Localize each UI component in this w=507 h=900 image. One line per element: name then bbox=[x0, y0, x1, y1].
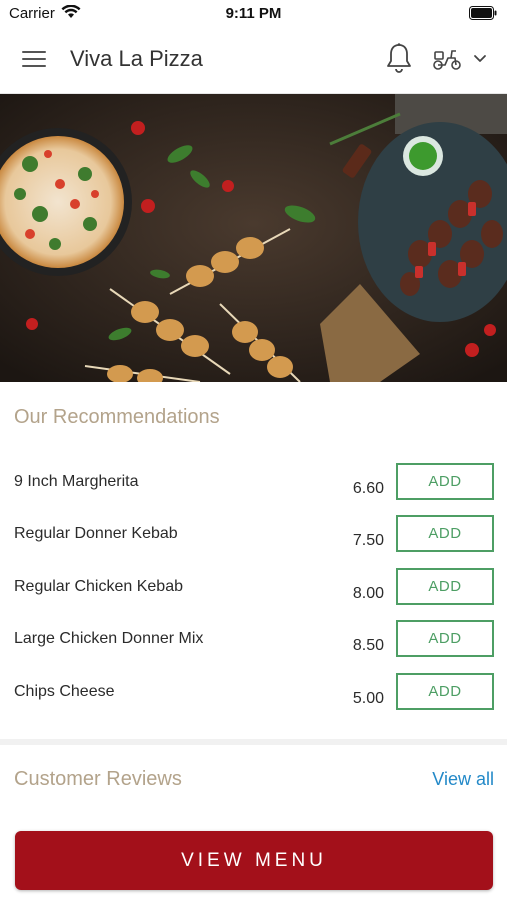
section-divider bbox=[0, 739, 507, 745]
view-menu-button[interactable]: VIEW MENU bbox=[15, 831, 493, 890]
status-bar: Carrier 9:11 PM bbox=[0, 0, 507, 26]
item-name: Regular Chicken Kebab bbox=[14, 578, 183, 595]
recommendations-title: Our Recommendations bbox=[14, 406, 220, 428]
add-button[interactable]: ADD bbox=[396, 568, 494, 605]
item-price: 6.60 bbox=[352, 480, 384, 497]
list-item: Chips Cheese 5.00 ADD bbox=[0, 673, 507, 735]
delivery-scooter-icon[interactable] bbox=[431, 46, 463, 72]
add-button[interactable]: ADD bbox=[396, 463, 494, 500]
app-header: Viva La Pizza bbox=[0, 26, 507, 94]
hero-food-image bbox=[0, 94, 507, 382]
app-title: Viva La Pizza bbox=[70, 46, 203, 71]
item-price: 8.50 bbox=[352, 637, 384, 654]
item-name: Large Chicken Donner Mix bbox=[14, 630, 204, 647]
add-button[interactable]: ADD bbox=[396, 620, 494, 657]
bell-icon[interactable] bbox=[385, 42, 413, 74]
add-button[interactable]: ADD bbox=[396, 515, 494, 552]
chevron-down-icon[interactable] bbox=[472, 53, 488, 65]
item-price: 8.00 bbox=[352, 585, 384, 602]
add-button[interactable]: ADD bbox=[396, 673, 494, 710]
item-price: 7.50 bbox=[352, 532, 384, 549]
item-name: 9 Inch Margherita bbox=[14, 473, 139, 490]
item-price: 5.00 bbox=[352, 690, 384, 707]
status-time: 9:11 PM bbox=[225, 5, 282, 22]
reviews-title: Customer Reviews bbox=[14, 768, 182, 790]
view-all-link[interactable]: View all bbox=[432, 769, 494, 790]
item-name: Regular Donner Kebab bbox=[14, 525, 178, 542]
menu-icon[interactable] bbox=[22, 49, 48, 69]
item-name: Chips Cheese bbox=[14, 683, 115, 700]
battery-icon bbox=[469, 6, 497, 20]
